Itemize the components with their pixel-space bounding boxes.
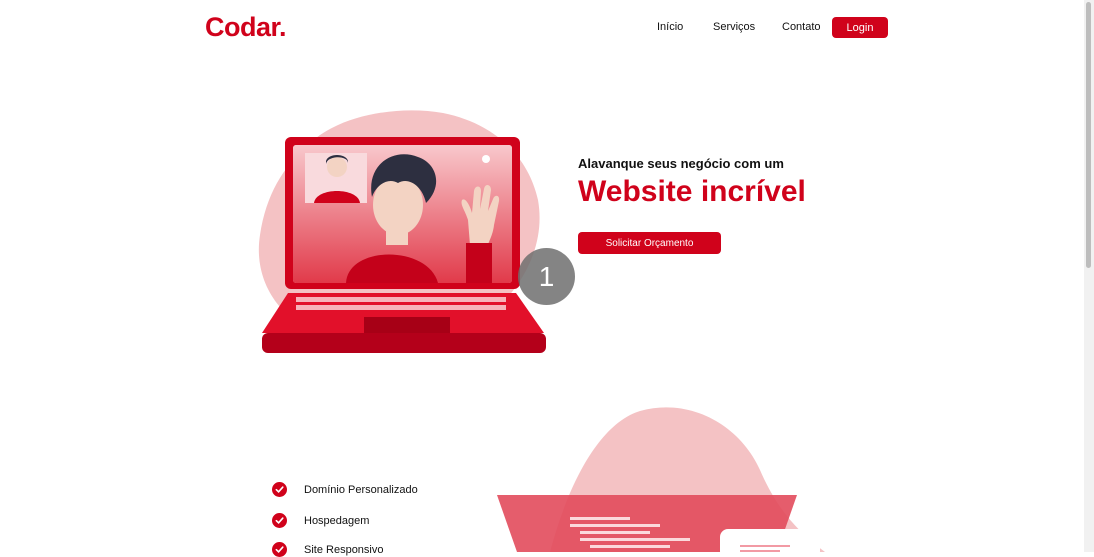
login-button[interactable]: Login — [832, 17, 888, 38]
check-icon — [272, 482, 287, 497]
check-icon — [272, 542, 287, 557]
code-illustration — [497, 407, 825, 552]
logo[interactable]: Codar. — [205, 12, 287, 43]
list-item: Site Responsivo — [272, 542, 384, 557]
laptop-video-call-illustration — [258, 110, 546, 353]
feature-label: Site Responsivo — [304, 543, 384, 556]
feature-label: Domínio Personalizado — [304, 483, 418, 496]
list-item: Hospedagem — [272, 513, 369, 528]
step-number-badge: 1 — [518, 248, 575, 305]
check-icon — [272, 513, 287, 528]
page-scrollbar[interactable] — [1084, 0, 1094, 552]
scrollbar-thumb[interactable] — [1086, 2, 1091, 268]
hero-title: Website incrível — [578, 175, 806, 208]
request-quote-button[interactable]: Solicitar Orçamento — [578, 232, 721, 254]
nav-link-inicio[interactable]: Início — [657, 21, 683, 33]
nav-link-contato[interactable]: Contato — [782, 21, 821, 33]
nav-link-servicos[interactable]: Serviços — [713, 21, 755, 33]
list-item: Domínio Personalizado — [272, 482, 418, 497]
feature-label: Hospedagem — [304, 514, 370, 527]
hero-subtitle: Alavanque seus negócio com um — [578, 156, 784, 171]
